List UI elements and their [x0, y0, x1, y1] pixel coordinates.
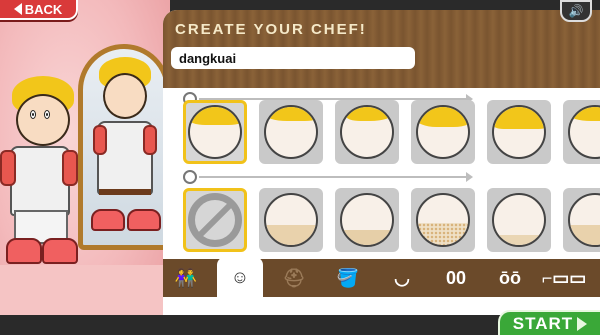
tab-eyes[interactable]: 00 [433, 259, 479, 297]
facial-hair-option-tile[interactable] [411, 188, 475, 252]
reflection-head [103, 73, 147, 119]
head-preview [416, 105, 470, 159]
tab-skin[interactable]: 🪣 [325, 259, 371, 297]
category-toolbar: 👫 ☺ ⛑ 🪣 ◡ 00 ōō ⌐▭▭ [163, 257, 600, 297]
mouth-icon: ◡ [394, 267, 410, 288]
hair-option-tile[interactable] [259, 100, 323, 164]
tab-head[interactable]: ☺ [217, 257, 263, 297]
head-preview [416, 193, 470, 247]
head-preview [568, 193, 600, 247]
facial-hair-style [570, 225, 600, 245]
facial-hair-style [494, 235, 544, 245]
mustache-row-icon [183, 170, 197, 184]
chef-eye [30, 110, 36, 119]
tab-mouth[interactable]: ◡ [379, 259, 425, 297]
start-arrow-icon [577, 316, 588, 331]
hair-style [266, 107, 316, 121]
chef-preview-stage [0, 0, 170, 335]
facial-hair-option-tile[interactable] [259, 188, 323, 252]
tab-hat[interactable]: ⛑ [271, 259, 317, 297]
hair-style [494, 107, 544, 129]
people-icon: 👫 [174, 267, 198, 288]
head-preview [340, 193, 394, 247]
hair-style [346, 107, 392, 121]
mirror [78, 44, 170, 250]
chef-sleeve [62, 150, 78, 186]
chef-shoe [42, 238, 78, 264]
head-icon: ☺ [230, 266, 250, 287]
hair-style [570, 107, 600, 121]
facial-hair-option-tile[interactable] [487, 188, 551, 252]
head-preview [492, 193, 546, 247]
speaker-icon: 🔊 [568, 4, 584, 18]
hat-icon: ⛑ [282, 267, 306, 288]
tab-body[interactable]: 👫 [163, 259, 209, 297]
back-button-label: BACK [24, 1, 63, 17]
start-button[interactable]: START [498, 310, 600, 335]
reflection-shoe [127, 209, 161, 231]
head-preview [264, 193, 318, 247]
reflection-sleeve [143, 125, 157, 155]
reflection-shoe [91, 209, 125, 231]
chef-shoe [6, 238, 42, 264]
hair-option-tile[interactable] [411, 100, 475, 164]
head-preview [188, 105, 242, 159]
head-preview [492, 105, 546, 159]
chef-shirt [10, 146, 70, 216]
facial-hair-option-tile[interactable] [563, 188, 600, 252]
row-arrow-line [199, 172, 473, 182]
reflection-sleeve [93, 125, 107, 155]
eyes-icon: 00 [445, 267, 467, 288]
hair-option-tile[interactable] [563, 100, 600, 164]
hair-option-tile[interactable] [335, 100, 399, 164]
hair-option-tile[interactable] [183, 100, 247, 164]
hair-option-tile[interactable] [487, 100, 551, 164]
facial-hair-style [266, 225, 316, 245]
tab-glasses[interactable]: ⌐▭▭ [541, 259, 587, 297]
back-button[interactable]: BACK [0, 0, 78, 20]
eyebrows-icon: ōō [499, 267, 521, 288]
head-preview [264, 105, 318, 159]
head-preview [568, 105, 600, 159]
facial-hair-style [418, 222, 468, 245]
hair-style [190, 107, 240, 125]
sound-toggle-button[interactable]: 🔊 [560, 0, 592, 22]
page-title: CREATE YOUR CHEF! [175, 21, 367, 38]
chef-name-input[interactable] [171, 47, 415, 69]
chef-head [16, 94, 70, 146]
chef-sleeve [0, 150, 16, 186]
start-button-label: START [512, 313, 574, 333]
tab-eyebrows[interactable]: ōō [487, 259, 533, 297]
glasses-icon: ⌐▭▭ [541, 267, 587, 288]
paint-can-icon: 🪣 [336, 267, 360, 288]
chef-eye [44, 110, 50, 119]
reflection-belt [99, 189, 151, 195]
facial-hair-style [342, 230, 392, 245]
facial-hair-option-none[interactable] [183, 188, 247, 252]
panel-header: CREATE YOUR CHEF! [163, 10, 600, 88]
head-preview [340, 105, 394, 159]
hair-style [418, 107, 468, 127]
no-option-icon [188, 193, 242, 247]
back-arrow-icon [13, 3, 22, 15]
facial-hair-option-tile[interactable] [335, 188, 399, 252]
